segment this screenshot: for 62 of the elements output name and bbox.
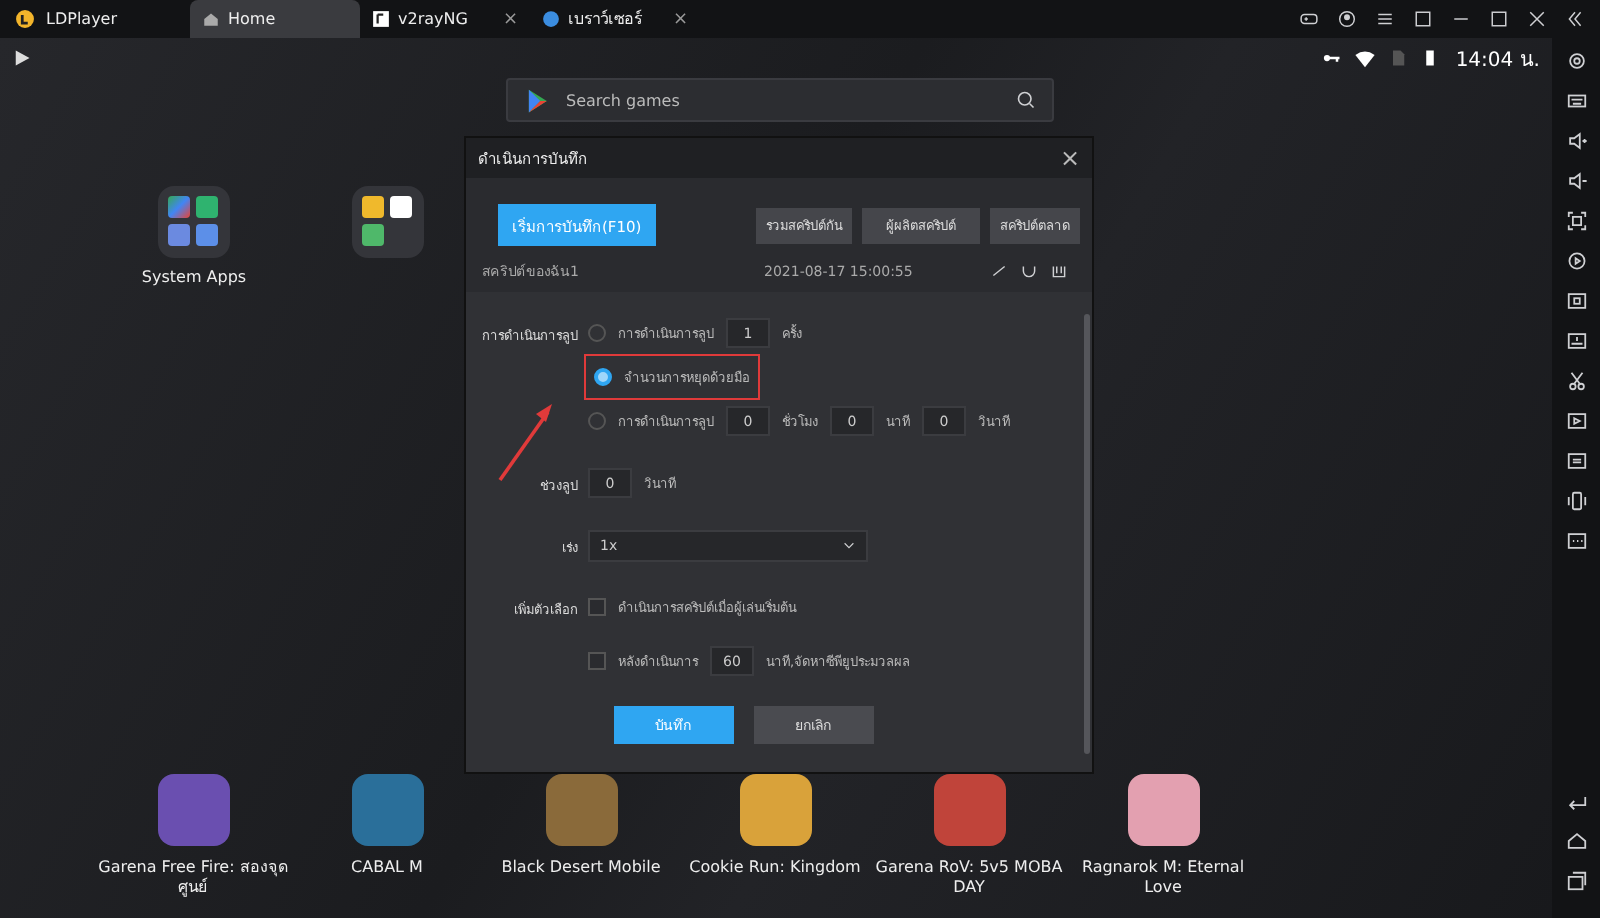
game-label: Cookie Run: Kingdom bbox=[687, 858, 863, 878]
app-name: LDPlayer bbox=[46, 10, 118, 28]
more-icon[interactable] bbox=[1565, 530, 1587, 552]
game-label: CABAL M bbox=[349, 858, 425, 878]
delete-icon[interactable] bbox=[1050, 262, 1068, 280]
fullscreen-icon[interactable] bbox=[1565, 210, 1587, 232]
shake-icon[interactable] bbox=[1565, 490, 1587, 512]
play-store-icon bbox=[524, 87, 550, 113]
close-button[interactable]: × bbox=[1059, 144, 1080, 172]
chevron-down-icon bbox=[842, 538, 856, 552]
window-icon[interactable] bbox=[1414, 10, 1432, 28]
app-icon bbox=[372, 10, 390, 28]
sim-icon bbox=[1387, 48, 1408, 68]
clock: 14:04 น. bbox=[1455, 47, 1540, 73]
volume-down-icon[interactable] bbox=[1565, 170, 1587, 192]
home-icon bbox=[202, 10, 220, 28]
wifi-icon bbox=[1353, 47, 1376, 69]
collapse-icon[interactable] bbox=[1566, 10, 1584, 28]
search-icon bbox=[1016, 90, 1036, 110]
radio-button[interactable] bbox=[594, 368, 612, 386]
checkbox[interactable] bbox=[588, 652, 606, 670]
volume-up-icon[interactable] bbox=[1565, 130, 1587, 152]
game-label: Black Desert Mobile bbox=[499, 858, 663, 878]
magnet-icon[interactable] bbox=[1020, 262, 1038, 280]
recents-icon[interactable] bbox=[1565, 870, 1587, 892]
ldplayer-logo-icon bbox=[14, 8, 36, 30]
tab-close[interactable]: × bbox=[672, 9, 688, 29]
scissors-icon[interactable] bbox=[1565, 370, 1587, 392]
sync-icon[interactable] bbox=[1565, 450, 1587, 472]
checkbox[interactable] bbox=[588, 598, 606, 616]
play-store-icon[interactable] bbox=[12, 48, 32, 68]
game-icon[interactable] bbox=[545, 774, 617, 846]
tab-close[interactable]: × bbox=[502, 9, 518, 29]
rotate-icon[interactable] bbox=[1565, 250, 1587, 272]
radio-button[interactable] bbox=[588, 324, 606, 342]
annotation-arrow bbox=[496, 400, 556, 484]
radio-button[interactable] bbox=[588, 412, 606, 430]
folder-label: System Apps bbox=[141, 268, 247, 286]
screenshot-icon[interactable] bbox=[1565, 290, 1587, 312]
maximize-icon[interactable] bbox=[1490, 10, 1508, 28]
keyboard-icon[interactable] bbox=[1565, 90, 1587, 112]
tab[interactable]: v2rayNG × bbox=[360, 0, 530, 38]
search-field[interactable]: Search games bbox=[506, 78, 1054, 122]
tab[interactable]: Home bbox=[190, 0, 360, 38]
menu-icon[interactable] bbox=[1376, 10, 1394, 28]
tab[interactable]: เบราว์เซอร์ × bbox=[530, 0, 700, 38]
settings-icon[interactable] bbox=[1565, 50, 1587, 72]
account-icon[interactable] bbox=[1338, 10, 1356, 28]
game-label: Garena Free Fire: สองจุด ศูนย์ bbox=[97, 858, 289, 898]
home-icon[interactable] bbox=[1565, 830, 1587, 852]
scrollbar[interactable] bbox=[1084, 314, 1090, 754]
gamepad-icon[interactable] bbox=[1300, 10, 1318, 28]
game-icon[interactable] bbox=[1127, 774, 1199, 846]
game-icon[interactable] bbox=[739, 774, 811, 846]
game-label: Garena RoV: 5v5 MOBA DAY bbox=[873, 858, 1065, 898]
game-label: Ragnarok M: Eternal Love bbox=[1079, 858, 1247, 898]
folder-icon[interactable] bbox=[352, 186, 424, 258]
close-icon[interactable] bbox=[1528, 10, 1546, 28]
video-icon[interactable] bbox=[1565, 410, 1587, 432]
globe-icon bbox=[542, 10, 560, 28]
folder-icon[interactable] bbox=[158, 186, 230, 258]
apk-icon[interactable] bbox=[1565, 330, 1587, 352]
